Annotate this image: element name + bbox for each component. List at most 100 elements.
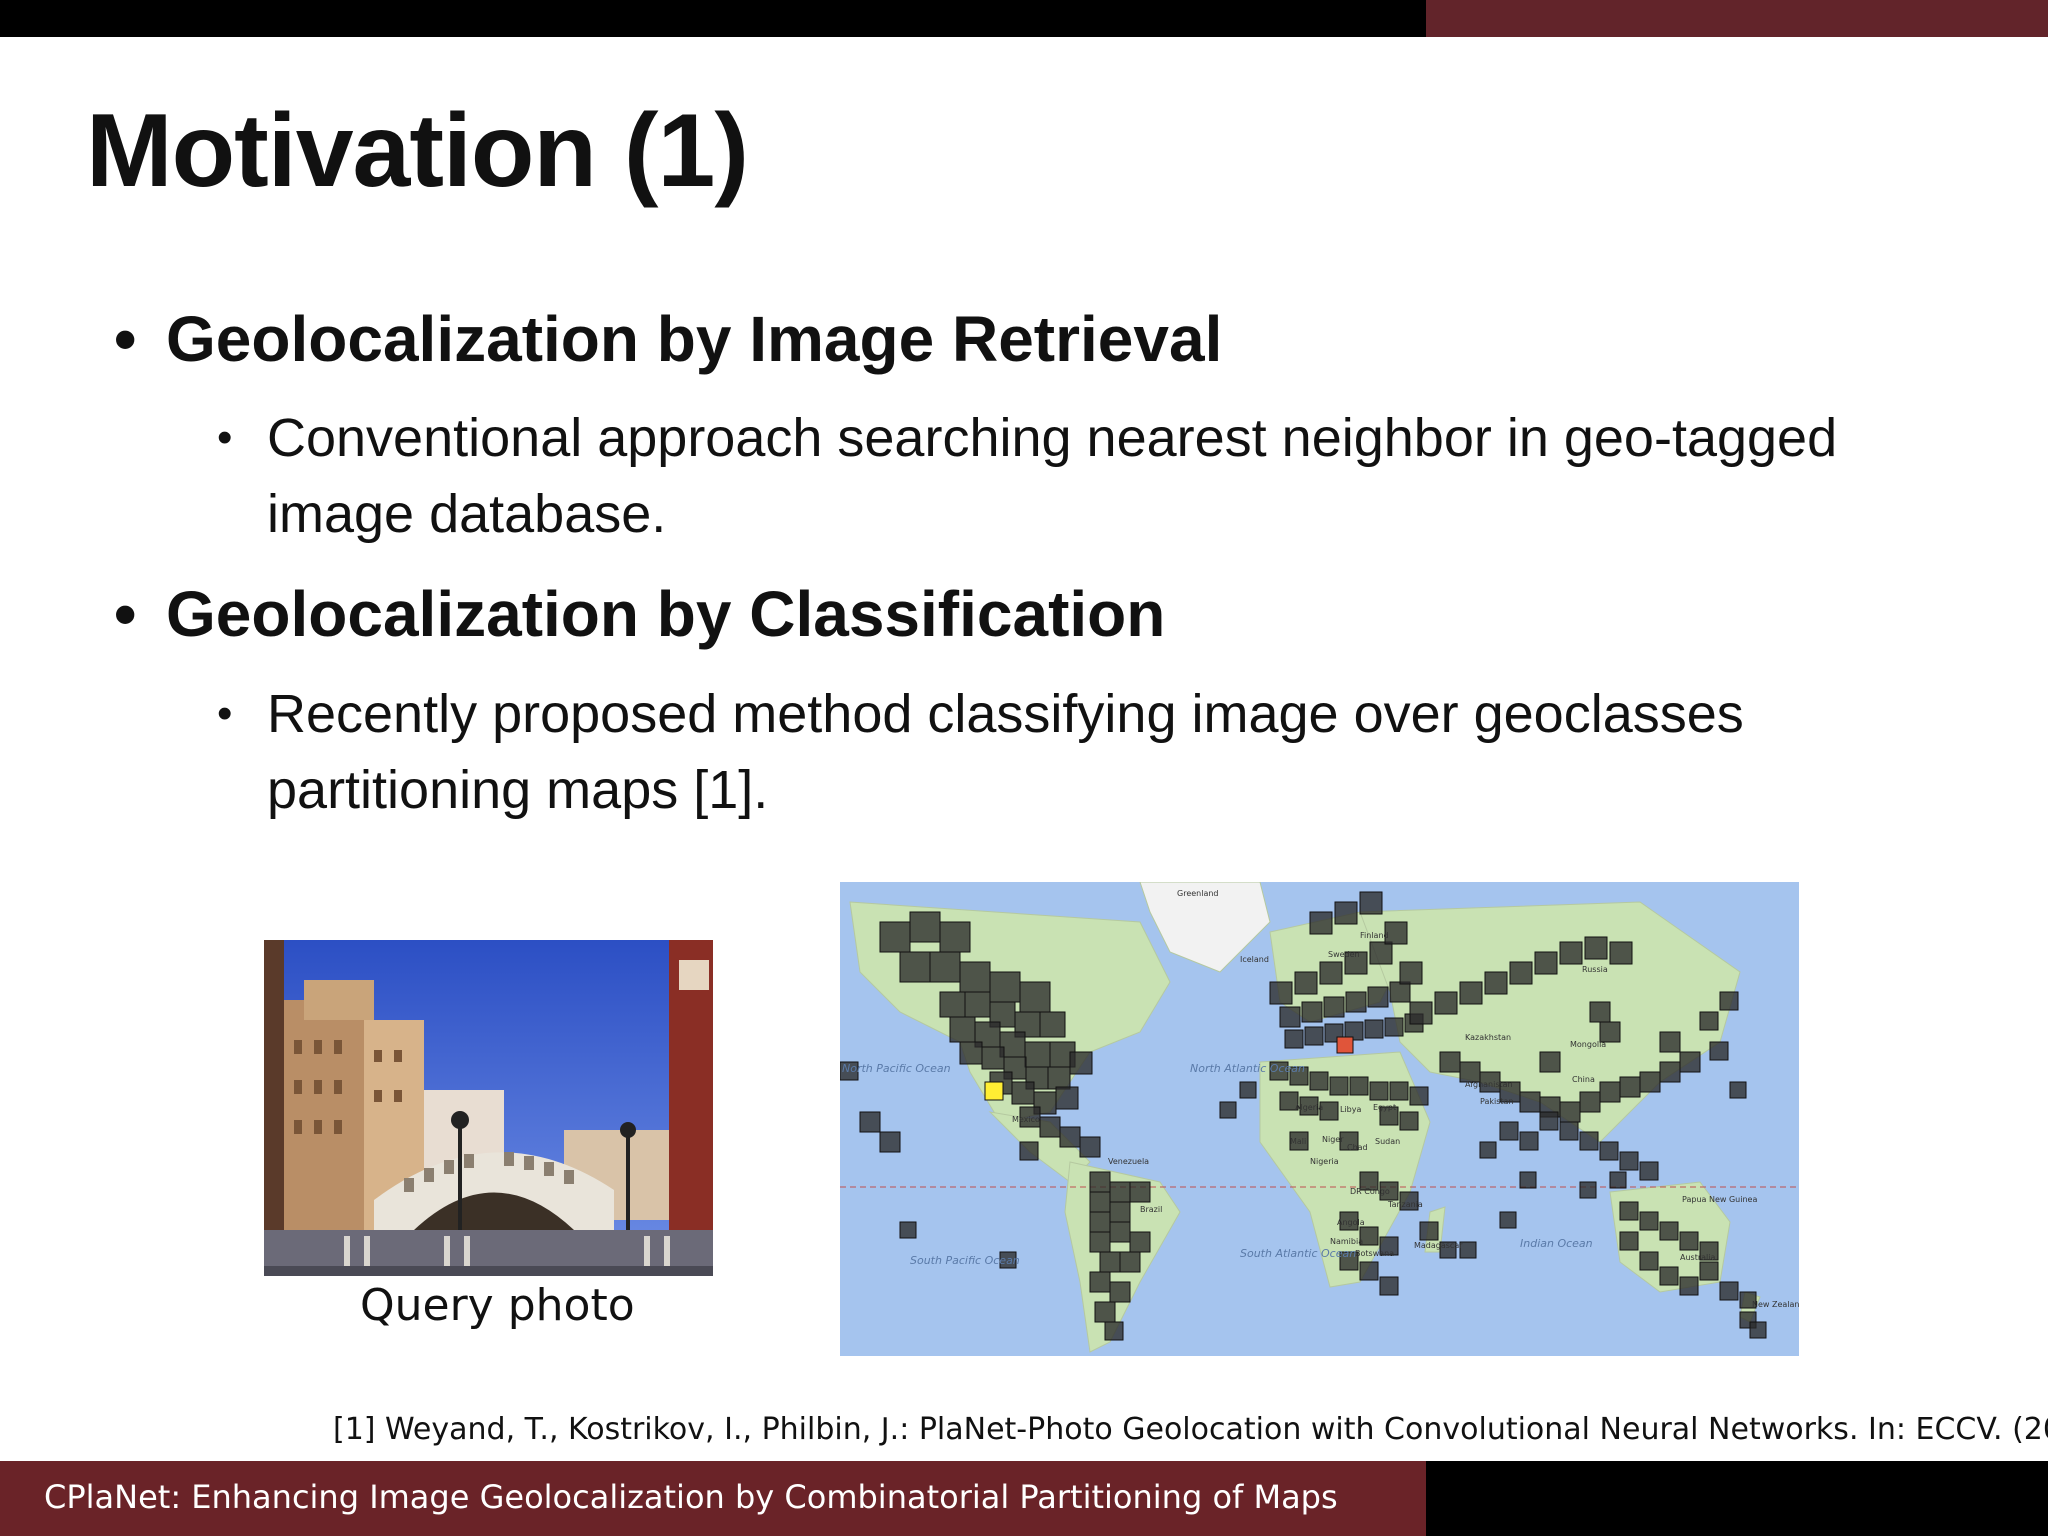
- geocell: [1659, 1266, 1679, 1286]
- label-mongolia: Mongolia: [1570, 1040, 1606, 1049]
- geocell: [1047, 1066, 1071, 1090]
- label-niger: Niger: [1322, 1135, 1344, 1144]
- geocell: [1609, 941, 1633, 965]
- geocell: [939, 921, 971, 953]
- bullet-icon: •: [114, 578, 137, 650]
- geocell: [1434, 991, 1458, 1015]
- label-mali: Mali: [1290, 1137, 1306, 1146]
- geocell: [1284, 1029, 1304, 1049]
- geocell: [1089, 1231, 1111, 1253]
- photo-caption: Query photo: [360, 1280, 635, 1331]
- geocell: [1679, 1231, 1699, 1251]
- label-mexico: Mexico: [1012, 1115, 1040, 1124]
- geocell: [1089, 1271, 1111, 1293]
- reference-citation: [1] Weyand, T., Kostrikov, I., Philbin, …: [333, 1412, 2048, 1447]
- geocell: [1079, 1136, 1101, 1158]
- geocell: [1679, 1051, 1701, 1073]
- geocell: [1109, 1181, 1131, 1203]
- geocell: [1379, 1276, 1399, 1296]
- label-sudan: Sudan: [1375, 1137, 1400, 1146]
- geocell-highlight: [1336, 1036, 1354, 1054]
- label-algeria: Algeria: [1295, 1103, 1323, 1112]
- geocell: [1539, 1111, 1559, 1131]
- geocell: [1279, 1006, 1301, 1028]
- geocell: [1484, 971, 1508, 995]
- geocell: [1519, 1171, 1537, 1189]
- geocell: [1409, 1086, 1429, 1106]
- geocell: [1109, 1281, 1131, 1303]
- geocell: [1639, 1071, 1661, 1093]
- geocell: [1719, 991, 1739, 1011]
- geocell: [1384, 1017, 1404, 1037]
- geocell: [1089, 1191, 1111, 1213]
- geocell: [1294, 971, 1318, 995]
- geocell: [1409, 1001, 1433, 1025]
- geocell: [1459, 1061, 1481, 1083]
- sub-bullet-text-retrieval: Conventional approach searching nearest …: [267, 408, 1838, 544]
- label-tanzania: Tanzania: [1387, 1200, 1423, 1209]
- geocell: [981, 1046, 1005, 1070]
- sub-bullet-text-classification: Recently proposed method classifying ima…: [267, 684, 1744, 820]
- geocell: [1309, 1071, 1329, 1091]
- geocell: [939, 991, 966, 1018]
- label-nigeria: Nigeria: [1310, 1157, 1339, 1166]
- geocell: [1639, 1211, 1659, 1231]
- geocell: [1419, 1221, 1439, 1241]
- label-pakistan: Pakistan: [1480, 1097, 1514, 1106]
- geocell: [1329, 1076, 1349, 1096]
- footer-title: CPlaNet: Enhancing Image Geolocalization…: [44, 1478, 1338, 1516]
- label-indian: Indian Ocean: [1520, 1237, 1593, 1250]
- geocell: [1439, 1051, 1461, 1073]
- geocell: [1559, 941, 1583, 965]
- geocell: [1519, 1131, 1539, 1151]
- geocell: [1399, 961, 1423, 985]
- geocell: [1055, 1086, 1079, 1110]
- footer-bar-black: [1426, 1461, 2048, 1536]
- geocell: [1659, 1221, 1679, 1241]
- label-north-pacific: North Pacific Ocean: [842, 1062, 951, 1075]
- label-brazil: Brazil: [1140, 1205, 1162, 1214]
- top-bar-accent: [1426, 0, 2048, 37]
- geocell: [1389, 1081, 1409, 1101]
- sub-bullet-icon: •: [217, 413, 233, 462]
- geocell: [909, 911, 941, 943]
- bullet-classification: • Geolocalization by Classification: [114, 577, 1165, 651]
- geocell: [879, 921, 911, 953]
- label-drcongo: DR Congo: [1350, 1187, 1390, 1196]
- geocell: [1364, 1019, 1384, 1039]
- geocell: [1039, 1116, 1061, 1138]
- label-libya: Libya: [1340, 1105, 1361, 1114]
- geocell: [1219, 1101, 1237, 1119]
- geocell: [1059, 1126, 1081, 1148]
- geocell-highlight: [984, 1081, 1004, 1101]
- geocell: [959, 961, 991, 993]
- geocell: [1599, 1021, 1621, 1043]
- geocell: [1499, 1121, 1519, 1141]
- label-south-atlantic: South Atlantic Ocean: [1240, 1247, 1356, 1260]
- geocell: [929, 951, 961, 983]
- geocell: [1619, 1076, 1641, 1098]
- geocell: [1389, 981, 1411, 1003]
- geocell: [1584, 936, 1608, 960]
- geocell: [1579, 1181, 1597, 1199]
- geocell: [1104, 1321, 1124, 1341]
- geocell: [859, 1111, 881, 1133]
- label-venezuela: Venezuela: [1108, 1157, 1149, 1166]
- label-kazakhstan: Kazakhstan: [1465, 1033, 1511, 1042]
- geocell: [899, 1221, 917, 1239]
- label-china: China: [1572, 1075, 1595, 1084]
- world-map: Greenland Iceland Finland Sweden Russia …: [840, 882, 1799, 1353]
- geocell: [1639, 1251, 1659, 1271]
- bullet-heading-retrieval: Geolocalization by Image Retrieval: [166, 303, 1223, 375]
- geocell: [899, 951, 931, 983]
- geocell: [1729, 1081, 1747, 1099]
- geocell: [1309, 911, 1333, 935]
- query-photo-image: [264, 940, 713, 1276]
- geocell: [1589, 1001, 1611, 1023]
- geocell: [1599, 1141, 1619, 1161]
- label-namibia: Namibia: [1330, 1237, 1363, 1246]
- sub-bullet-classification: • Recently proposed method classifying i…: [217, 676, 1867, 828]
- geocell: [959, 1041, 983, 1065]
- bullet-icon: •: [114, 303, 137, 375]
- geocell: [1129, 1181, 1151, 1203]
